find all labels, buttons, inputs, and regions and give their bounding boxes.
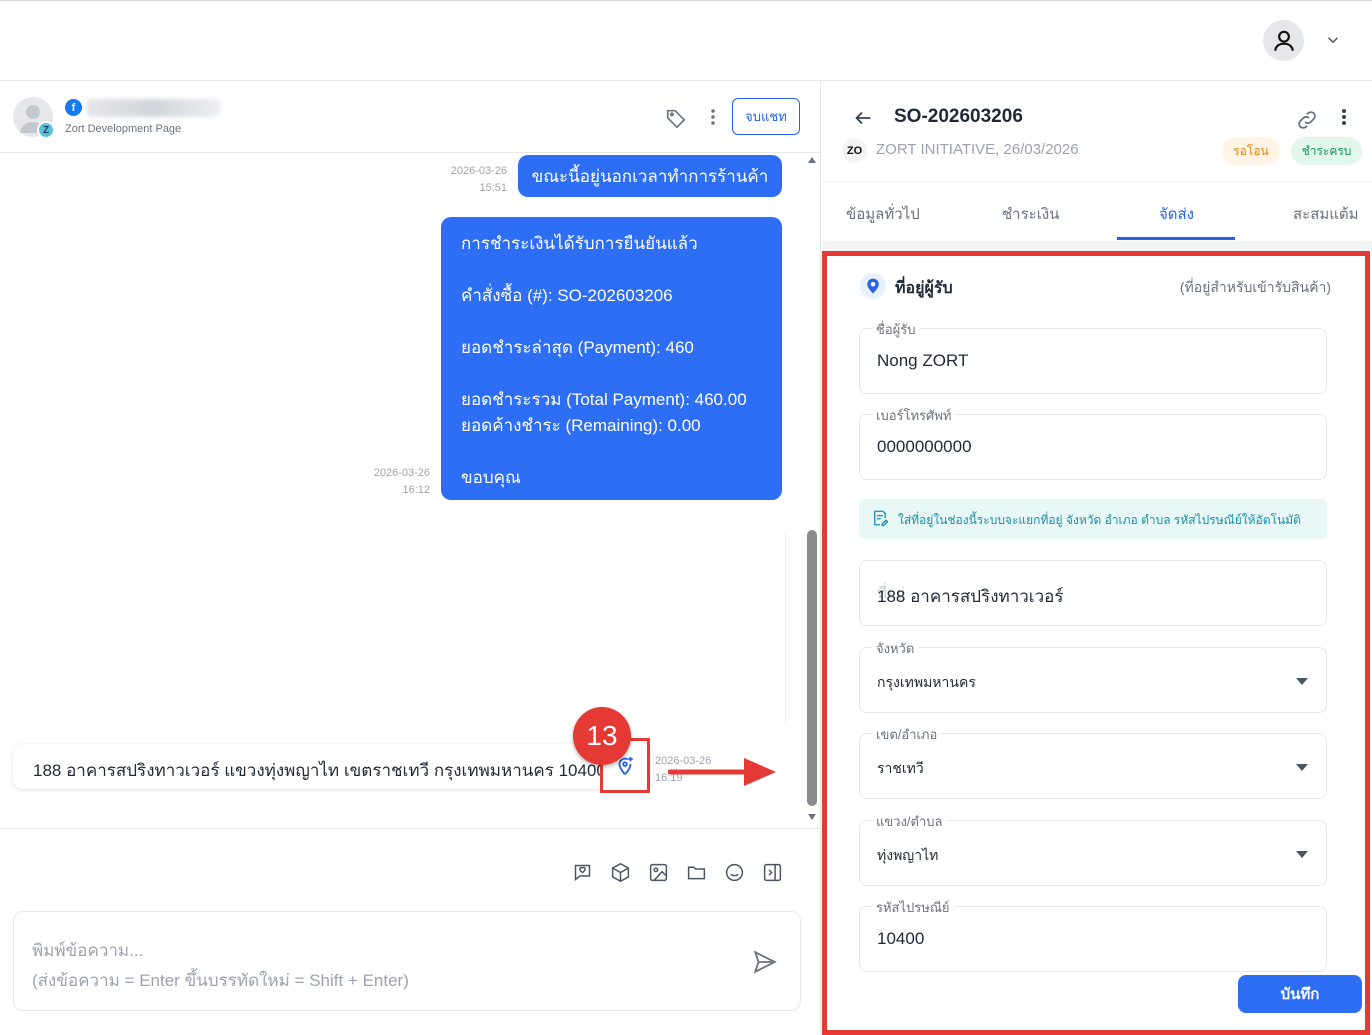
- shipping-address-form: ที่อยู่ผู้รับ (ที่อยู่สำหรับเข้ารับสินค้…: [822, 251, 1370, 1035]
- dropdown-arrow-icon: [1296, 851, 1308, 858]
- message-bubble: การชำระเงินได้รับการยืนยันแล้ว คำสั่งซื้…: [441, 217, 782, 500]
- subdistrict-select[interactable]: แขวง/ตำบล ทุ่งพญาไท: [859, 811, 1327, 886]
- shop-and-date: ZORT INITIATIVE, 26/03/2026: [876, 141, 1079, 158]
- message-bubble: ขณะนี้อยู่นอกเวลาทำการร้านค้า: [518, 155, 782, 197]
- message-timestamp: 2026-03-26 16:12: [373, 467, 430, 496]
- field-label: เขต/อำเภอ: [872, 724, 942, 745]
- district-select[interactable]: เขต/อำเภอ ราชเทวี: [859, 724, 1327, 799]
- message-timestamp: 2026-03-26 15:51: [450, 165, 507, 194]
- active-tab-indicator: [1117, 237, 1235, 240]
- emoji-icon[interactable]: [724, 862, 745, 883]
- scroll-down-arrow[interactable]: [808, 814, 816, 820]
- order-panel: SO-202603206 ZO ZORT INITIATIVE, 26/03/2…: [822, 81, 1372, 1035]
- recipient-name-field[interactable]: ชื่อผู้รับ Nong ZORT: [859, 319, 1327, 394]
- more-options-icon[interactable]: [1339, 107, 1349, 127]
- field-label: จังหวัด: [872, 638, 919, 659]
- province-select[interactable]: จังหวัด กรุงเทพมหานคร: [859, 638, 1327, 713]
- facebook-icon: f: [65, 99, 82, 116]
- chat-header: Z f Zort Development Page จบแชท: [0, 81, 821, 153]
- link-icon[interactable]: [1295, 108, 1319, 132]
- tab-shipping[interactable]: จัดส่ง: [1159, 202, 1194, 226]
- hint-text: ใส่ที่อยู่ในช่องนี้ระบบจะแยกที่อยู่ จังห…: [898, 513, 1301, 527]
- product-box-icon[interactable]: [610, 862, 631, 883]
- back-arrow-icon[interactable]: [852, 107, 874, 129]
- tab-payment[interactable]: ชำระเงิน: [1002, 202, 1059, 226]
- document-edit-icon: [874, 510, 889, 527]
- save-button[interactable]: บันทึก: [1238, 975, 1362, 1013]
- user-icon: [1273, 30, 1294, 51]
- chat-scrollbar[interactable]: [805, 153, 819, 828]
- message-input[interactable]: พิมพ์ข้อความ... (ส่งข้อความ = Enter ขึ้น…: [13, 911, 801, 1011]
- scrollbar-thumb[interactable]: [807, 530, 817, 806]
- divider: [822, 181, 1372, 182]
- address-field[interactable]: ที่อยู่ 188 อาคารสปริงทาวเวอร์: [859, 560, 1327, 626]
- chevron-down-icon[interactable]: [1324, 31, 1342, 49]
- field-label: แขวง/ตำบล: [872, 811, 947, 832]
- arrow-right-icon: [668, 758, 776, 786]
- phone-field[interactable]: เบอร์โทรศัพท์ 0000000000: [859, 405, 1327, 480]
- divider: [0, 828, 821, 829]
- message-input-hint: (ส่งข้อความ = Enter ขึ้นบรรทัดใหม่ = Shi…: [32, 971, 409, 990]
- field-label: ชื่อผู้รับ: [872, 319, 920, 340]
- page-name: Zort Development Page: [65, 123, 182, 135]
- user-avatar-button[interactable]: [1263, 20, 1304, 61]
- customer-message: 188 อาคารสปริงทาวเวอร์ แขวงทุ่งพญาไท เขต…: [13, 744, 653, 789]
- field-value: ราชเทวี: [877, 760, 924, 776]
- field-label: เบอร์โทรศัพท์: [872, 405, 956, 426]
- tab-general[interactable]: ข้อมูลทั่วไป: [846, 202, 920, 226]
- dropdown-arrow-icon: [1296, 678, 1308, 685]
- channel-badge: Z: [37, 121, 55, 139]
- divider: [780, 533, 786, 723]
- more-options-icon[interactable]: [707, 107, 719, 127]
- field-value: กรุงเทพมหานคร: [877, 674, 976, 690]
- tab-points[interactable]: สะสมแต้ม: [1293, 202, 1359, 226]
- shop-logo: ZO: [842, 138, 867, 163]
- dropdown-arrow-icon: [1296, 764, 1308, 771]
- customer-message-text: 188 อาคารสปริงทาวเวอร์ แขวงทุ่งพญาไท เขต…: [33, 761, 606, 780]
- end-chat-button[interactable]: จบแชท: [732, 98, 800, 135]
- image-icon[interactable]: [648, 862, 669, 883]
- tag-icon[interactable]: [665, 107, 687, 129]
- folder-icon[interactable]: [686, 862, 707, 883]
- customer-name-blurred: [86, 99, 221, 117]
- status-badge-paid: ชำระครบ: [1291, 137, 1362, 165]
- section-title: ที่อยู่ผู้รับ: [895, 280, 953, 297]
- divider: [822, 241, 1372, 251]
- composer-toolbar: [572, 862, 783, 883]
- location-pin-icon: [860, 273, 886, 299]
- order-number: SO-202603206: [894, 106, 1023, 127]
- field-value: Nong ZORT: [877, 351, 969, 370]
- customer-avatar: Z: [13, 97, 55, 139]
- send-icon[interactable]: [752, 949, 778, 975]
- field-value: 188 อาคารสปริงทาวเวอร์: [877, 587, 1064, 606]
- top-bar: [0, 0, 1372, 81]
- chat-panel: Z f Zort Development Page จบแชท 2026-03-…: [0, 81, 821, 1035]
- section-hint: (ที่อยู่สำหรับเข้ารับสินค้า): [1179, 279, 1331, 295]
- message-input-placeholder: พิมพ์ข้อความ...: [32, 941, 144, 960]
- sticker-icon[interactable]: [572, 862, 593, 883]
- panel-toggle-icon[interactable]: [762, 862, 783, 883]
- address-auto-split-hint: ใส่ที่อยู่ในช่องนี้ระบบจะแยกที่อยู่ จังห…: [859, 499, 1327, 539]
- field-value: 10400: [877, 929, 925, 948]
- field-label: รหัสไปรษณีย์: [872, 897, 954, 918]
- field-value: ทุ่งพญาไท: [877, 847, 939, 863]
- field-value: 0000000000: [877, 437, 972, 456]
- step-number-badge: 13: [573, 707, 631, 765]
- postcode-field[interactable]: รหัสไปรษณีย์ 10400: [859, 897, 1327, 972]
- message-list[interactable]: 2026-03-26 15:51 ขณะนี้อยู่นอกเวลาทำการร้…: [0, 153, 805, 828]
- status-badge-pending: รอโอน: [1222, 137, 1280, 165]
- scroll-up-arrow[interactable]: [808, 157, 816, 163]
